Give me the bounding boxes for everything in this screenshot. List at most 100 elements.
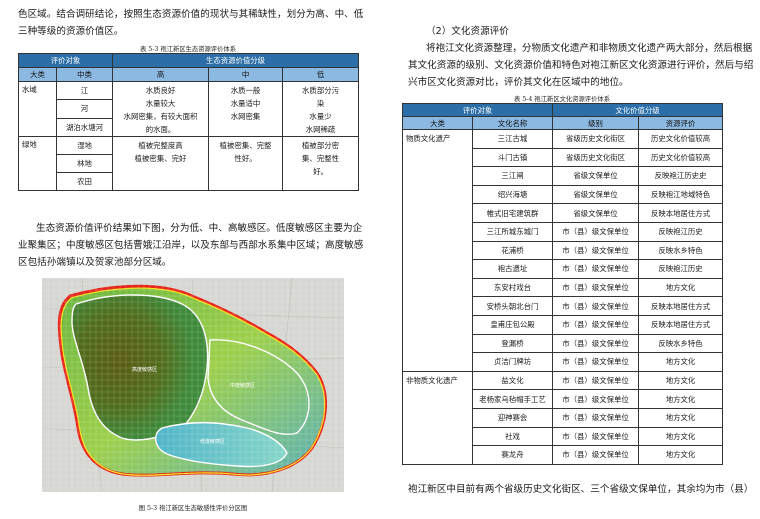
culture-name: 斗门古镇: [471, 147, 554, 168]
culture-name: 皇甫庄包公殿: [471, 314, 554, 335]
culture-name: 登漏桥: [471, 333, 554, 354]
minor-farmland: 农田: [55, 172, 114, 191]
header-eval-object: 评价对象: [17, 53, 114, 68]
header-eco-grade: 生态资源价值分级: [112, 53, 360, 68]
culture-evaluation: 反映本地居住方式: [638, 296, 724, 316]
water-mid-line: 水量适中: [230, 99, 261, 108]
culture-level: 市（县）级文保单位: [552, 445, 640, 465]
map-graphic: [42, 278, 344, 492]
culture-evaluation: 反映袍江历史史: [638, 166, 724, 186]
map-label-mid: 中度敏感区: [230, 383, 256, 389]
culture-level: 市（县）级文保单位: [552, 277, 640, 298]
culture-level: 市（县）级文保单位: [552, 333, 640, 354]
water-high-line: 水网密集，有较大面积: [123, 112, 198, 121]
culture-evaluation: 历史文化价值较高: [638, 147, 724, 168]
culture-major: 物质文化遗产: [402, 129, 473, 372]
culture-level: 市（县）级文保单位: [552, 259, 640, 279]
left-page: 色区域。结合调研结论，按照生态资源价值的现状与其稀缺性，划分为高、中、低 三种等…: [0, 0, 372, 519]
culture-name: 老杨家乌毡帽手工艺: [471, 389, 554, 409]
right-page: （2）文化资源评价 将袍江文化资源整理，分物质文化遗产和非物质文化遗产两大部分，…: [388, 0, 760, 519]
eco-resource-table: 评价对象 生态资源价值分级 大类 中类 高 中 低 水域 江 水质良好 水量较大…: [17, 53, 360, 191]
culture-name: 帷式旧宅建筑群: [471, 203, 554, 223]
culture-evaluation: 反映袍江地域特色: [638, 184, 724, 205]
section-heading: （2）文化资源评价: [426, 26, 509, 37]
table-5-4-title: 表 5-4 袍江新区文化资源评价体系: [513, 96, 610, 103]
sub-major: 大类: [402, 116, 473, 130]
water-high-line: 水量较大: [145, 99, 176, 108]
culture-evaluation: 地方文化: [638, 352, 724, 372]
map-label-low: 低度敏感区: [200, 439, 226, 445]
water-mid: 水质一般 水量适中 水网密集: [208, 81, 284, 137]
figure-5-3-caption: 图 5-3 袍江新区生态敏感性评价分区图: [138, 505, 248, 512]
culture-major: 非物质文化遗产: [402, 370, 473, 465]
culture-level: 市（县）级文保单位: [552, 407, 640, 428]
culture-name: 赛龙舟: [471, 445, 554, 465]
culture-level: 市（县）级文保单位: [552, 352, 640, 372]
para2-line-2: 业聚集区；中度敏感区包括曹娥江沿岸，以及东部与西部水系集中区域；高度敏感: [18, 240, 364, 251]
green-mid-line: 植被密集、完整: [219, 141, 272, 150]
eco-sensitivity-map: 高度敏感区 中度敏感区 低度敏感区: [42, 278, 344, 492]
culture-evaluation: 反映水乡特色: [638, 333, 724, 354]
bottom-line: 袍江新区中目前有两个省级历史文化街区、三个省级文保单位，其余均为市（县）: [408, 484, 754, 495]
water-low-line: 水网稀疏: [305, 125, 336, 134]
culture-name: 盐文化: [471, 370, 554, 391]
sub-level: 级别: [552, 116, 640, 130]
sub-high: 高: [112, 67, 210, 82]
culture-evaluation: 地方文化: [638, 407, 724, 428]
culture-level: 市（县）级文保单位: [552, 314, 640, 335]
culture-evaluation: 反映本地居住方式: [638, 314, 724, 335]
culture-name: 花浦桥: [471, 240, 554, 261]
sub-mid: 中: [208, 67, 284, 82]
culture-name: 袍古遗址: [471, 259, 554, 279]
minor-stream: 河: [55, 99, 114, 119]
water-high-line: 的水面。: [145, 125, 176, 134]
culture-level: 省级历史文化街区: [552, 129, 640, 149]
culture-name: 三江闸: [471, 166, 554, 186]
culture-name: 三江古城: [471, 129, 554, 149]
para2-line-1: 生态资源价值评价结果如下图，分为低、中、高敏感区。低度敏感区主要为企: [36, 223, 363, 234]
intro-line-1: 色区域。结合调研结论，按照生态资源价值的现状与其稀缺性，划分为高、中、低: [18, 9, 364, 20]
green-low-line: 好。: [313, 167, 328, 176]
green-high: 植被完整度高 植被密集、完好: [112, 136, 210, 191]
sub-name: 文化名称: [471, 116, 554, 130]
right-para1-line-2: 其文化资源的级别、文化资源价值和特色对袍江新区文化资源进行评价，然后与绍: [408, 60, 754, 71]
water-high: 水质良好 水量较大 水网密集，有较大面积 的水面。: [112, 81, 210, 137]
culture-level: 市（县）级文保单位: [552, 370, 640, 391]
culture-level: 市（县）级文保单位: [552, 426, 640, 447]
minor-river: 江: [55, 80, 114, 101]
culture-name: 社戏: [471, 426, 554, 447]
intro-line-2: 三种等级的资源价值区。: [18, 26, 124, 37]
culture-evaluation: 地方文化: [638, 277, 724, 298]
sub-low: 低: [282, 67, 360, 82]
culture-resource-table: 评价对象 文化价值分级 大类 文化名称 级别 资源评价 物质文化遗产 三江古城 省级…: [401, 103, 724, 465]
green-low-line: 集、完整性: [302, 154, 339, 163]
minor-wetland: 湿地: [55, 136, 114, 155]
culture-name: 三江所城东城门: [471, 221, 554, 242]
green-mid-line: 性好。: [234, 154, 257, 163]
water-mid-line: 水质一般: [230, 86, 261, 95]
sub-major: 大类: [18, 67, 57, 82]
minor-lake: 湖泊水塘河: [55, 117, 114, 138]
culture-level: 省级文保单位: [552, 184, 640, 205]
green-high-line: 植被完整度高: [138, 141, 183, 150]
culture-level: 省级历史文化街区: [552, 147, 640, 168]
culture-evaluation: 反映袍江历史: [638, 221, 724, 242]
culture-level: 市（县）级文保单位: [552, 221, 640, 242]
culture-evaluation: 地方文化: [638, 426, 724, 447]
green-high-line: 植被密集、完好: [134, 154, 187, 163]
culture-evaluation: 地方文化: [638, 389, 724, 409]
minor-forest: 林地: [55, 154, 114, 173]
map-label-high: 高度敏感区: [132, 367, 158, 373]
water-low: 水质部分污 染 水量少 水网稀疏: [282, 81, 360, 137]
para2-line-3: 区包括孙端镇以及贺家池部分区域。: [18, 257, 172, 268]
culture-evaluation: 反映水乡特色: [638, 240, 724, 261]
culture-evaluation: 地方文化: [638, 370, 724, 391]
culture-evaluation: 反映袍江历史: [638, 259, 724, 279]
culture-level: 市（县）级文保单位: [552, 389, 640, 409]
sub-minor: 中类: [55, 67, 114, 82]
culture-level: 市（县）级文保单位: [552, 296, 640, 316]
green-low: 植被部分密 集、完整性 好。: [282, 136, 360, 191]
header-eval-object: 评价对象: [401, 103, 554, 117]
water-high-line: 水质良好: [145, 86, 176, 95]
culture-name: 绍兴海塘: [471, 184, 554, 205]
